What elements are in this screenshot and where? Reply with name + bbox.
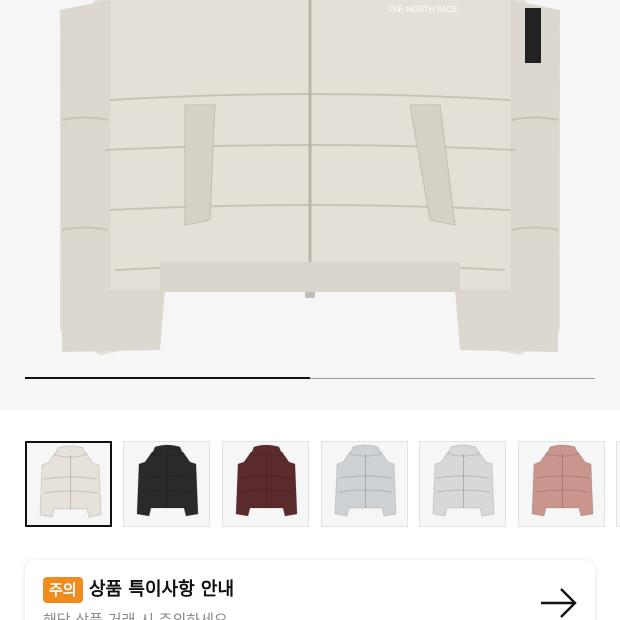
thumbnail-strip: [0, 441, 620, 529]
arrow-right-icon[interactable]: [539, 586, 579, 620]
thumbnail-black[interactable]: [123, 441, 210, 527]
thumbnail-jacket-image: [235, 444, 298, 517]
thumbnail-burgundy[interactable]: [222, 441, 309, 527]
product-page: THE NORTH FACE 주의 상품 특이사항 안내 해당 상품 거래 시 …: [0, 0, 620, 620]
notice-card[interactable]: 주의 상품 특이사항 안내 해당 상품 거래 시 주의하세요: [25, 560, 595, 620]
gallery-progress-fill: [25, 377, 310, 379]
jacket-photo: THE NORTH FACE: [60, 0, 560, 355]
caution-badge: 주의: [43, 577, 83, 603]
thumbnail-rose[interactable]: [518, 441, 605, 527]
thumbnail-light-grey[interactable]: [321, 441, 408, 527]
thumbnail-jacket-image: [432, 444, 495, 517]
thumbnail-silver-black[interactable]: [419, 441, 506, 527]
product-hero-image[interactable]: THE NORTH FACE: [0, 0, 620, 410]
svg-text:THE NORTH FACE: THE NORTH FACE: [388, 5, 458, 14]
thumbnail-jacket-image: [39, 445, 102, 518]
thumbnail-cream[interactable]: [25, 441, 112, 527]
notice-title: 상품 특이사항 안내: [89, 579, 235, 600]
thumbnail-jacket-image: [531, 444, 594, 517]
notice-subtitle: 해당 상품 거래 시 주의하세요: [43, 611, 228, 620]
gallery-progress-track: [25, 377, 595, 379]
thumbnail-jacket-image: [334, 444, 397, 517]
thumbnail-partial[interactable]: [616, 441, 620, 527]
thumbnail-jacket-image: [136, 444, 199, 517]
